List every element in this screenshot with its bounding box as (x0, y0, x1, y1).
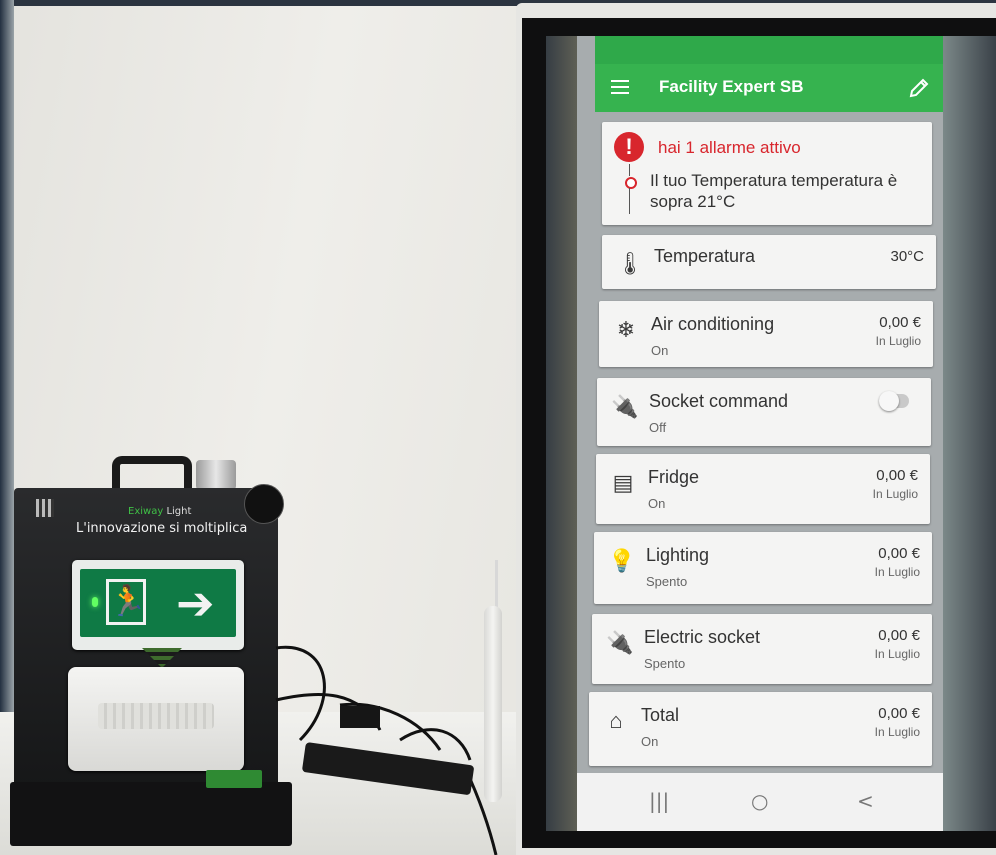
socket-toggle[interactable] (879, 391, 909, 411)
timeline-line (629, 188, 630, 214)
timeline-line (629, 164, 630, 176)
device-period: In Luglio (872, 487, 918, 501)
device-card-air-conditioning[interactable]: ❄ Air conditioning On 0,00 € In Luglio (599, 301, 933, 367)
device-card-socket-command[interactable]: 🔌 Socket command Off (597, 378, 931, 446)
device-name: Electric socket (644, 627, 761, 647)
device-period: In Luglio (874, 647, 920, 661)
alarm-message: Il tuo Temperatura temperatura è sopra 2… (650, 171, 898, 211)
device-state: On (641, 734, 659, 749)
back-icon[interactable]: < (857, 789, 874, 813)
device-name: Lighting (646, 545, 710, 565)
home-button-icon[interactable]: ○ (751, 789, 768, 813)
device-state: Spento (644, 656, 686, 671)
device-name: Fridge (648, 467, 700, 487)
device-value: 0,00 € (878, 705, 920, 722)
recents-icon[interactable]: ||| (649, 789, 669, 813)
menu-icon[interactable] (611, 80, 629, 94)
snowflake-icon: ❄ (616, 317, 636, 342)
device-value: 0,00 € (878, 627, 920, 644)
device-name: Socket command (649, 391, 789, 411)
app-title: Facility Expert SB (659, 77, 804, 96)
thermometer-alert-icon: 🌡 (616, 251, 644, 276)
device-state: Off (649, 420, 667, 435)
device-value: 0,00 € (879, 314, 921, 331)
device-card-temperatura[interactable]: 🌡 Temperatura 30°C (602, 235, 936, 289)
alert-icon: ! (614, 132, 644, 162)
device-value: 0,00 € (876, 467, 918, 484)
device-card-total[interactable]: ⌂ Total On 0,00 € In Luglio (589, 692, 932, 766)
timeline-dot (625, 177, 637, 189)
pencil-edit-icon[interactable] (907, 76, 931, 100)
alarm-title: hai 1 allarme attivo (658, 138, 801, 157)
device-state: On (651, 343, 669, 358)
device-card-fridge[interactable]: ▤ Fridge On 0,00 € In Luglio (596, 454, 930, 524)
fridge-icon: ▤ (612, 470, 634, 495)
plug-icon: 🔌 (606, 630, 634, 655)
device-state: Spento (646, 574, 688, 589)
home-icon: ⌂ (609, 708, 623, 733)
device-name: Air conditioning (651, 314, 775, 334)
device-name: Temperatura (654, 246, 756, 266)
device-period: In Luglio (874, 565, 920, 579)
device-name: Total (641, 705, 680, 725)
device-card-lighting[interactable]: 💡 Lighting Spento 0,00 € In Luglio (594, 532, 932, 604)
plug-icon: 🔌 (611, 394, 639, 419)
device-period: In Luglio (875, 334, 921, 348)
device-value: 0,00 € (878, 545, 920, 562)
pen-holder (484, 606, 502, 802)
device-period: In Luglio (874, 725, 920, 739)
facility-app: Facility Expert SB ! hai 1 allarme attiv… (577, 36, 943, 831)
device-card-electric-socket[interactable]: 🔌 Electric socket Spento 0,00 € In Lugli… (592, 614, 932, 684)
lightbulb-icon: 💡 (608, 548, 636, 573)
app-bar: Facility Expert SB (595, 64, 943, 112)
alarm-card[interactable]: ! hai 1 allarme attivo Il tuo Temperatur… (602, 122, 932, 225)
status-bar (595, 36, 943, 64)
android-nav-bar: ||| ○ < (577, 773, 943, 831)
device-state: On (648, 496, 666, 511)
device-value: 30°C (890, 248, 924, 265)
